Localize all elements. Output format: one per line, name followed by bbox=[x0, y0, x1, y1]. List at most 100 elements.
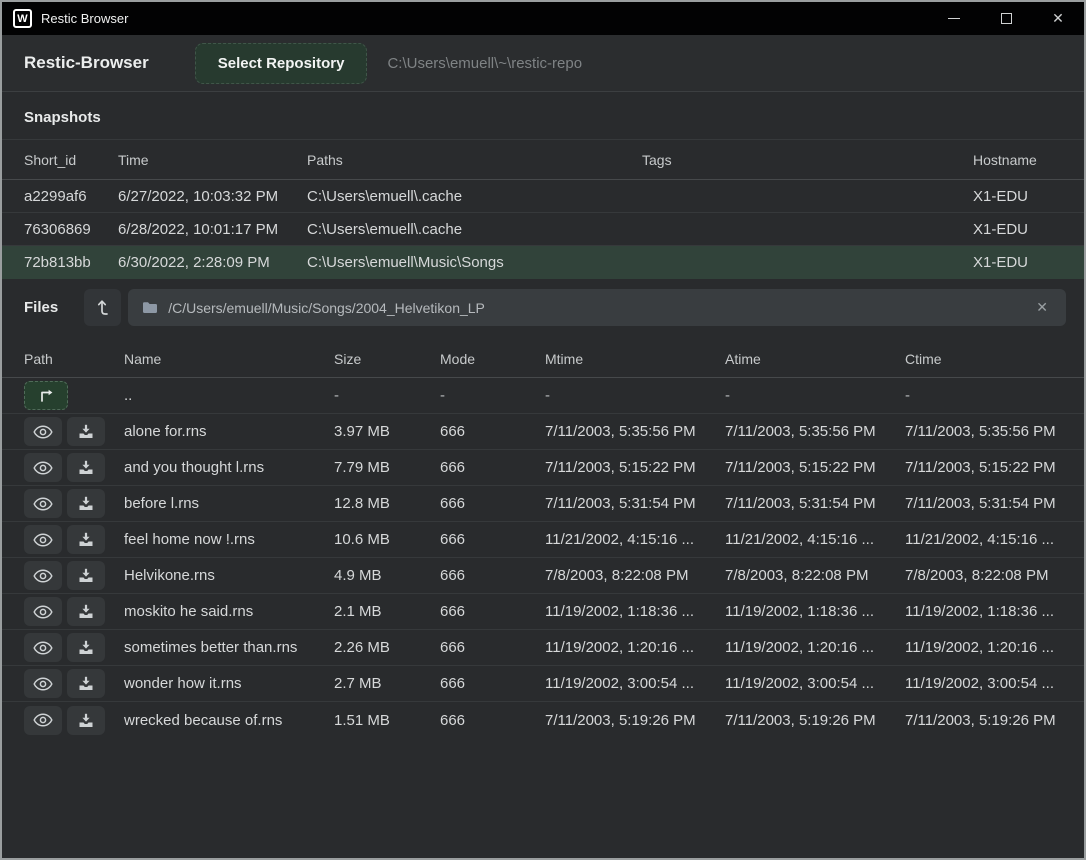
files-table-header: Path Name Size Mode Mtime Atime Ctime bbox=[2, 340, 1084, 378]
preview-file-button[interactable] bbox=[24, 525, 62, 554]
snapshot-row[interactable]: 76306869 6/28/2022, 10:01:17 PM C:\Users… bbox=[2, 213, 1084, 246]
breadcrumb-path: /C/Users/emuell/Music/Songs/2004_Helveti… bbox=[168, 300, 1032, 316]
preview-file-button[interactable] bbox=[24, 453, 62, 482]
download-icon bbox=[78, 604, 94, 619]
file-size: 12.8 MB bbox=[334, 495, 440, 512]
files-path-breadcrumb: /C/Users/emuell/Music/Songs/2004_Helveti… bbox=[128, 289, 1066, 326]
file-size: 2.1 MB bbox=[334, 603, 440, 620]
file-mtime: 11/19/2002, 1:20:16 ... bbox=[545, 639, 725, 656]
file-actions bbox=[24, 633, 124, 662]
download-file-button[interactable] bbox=[67, 597, 105, 626]
files-bar: Files /C/Users/emuell/Music/Songs/2004_H… bbox=[2, 279, 1084, 334]
download-file-button[interactable] bbox=[67, 706, 105, 735]
download-file-button[interactable] bbox=[67, 561, 105, 590]
breadcrumb-clear-button[interactable]: ✕ bbox=[1032, 297, 1052, 318]
preview-file-button[interactable] bbox=[24, 706, 62, 735]
file-name: wonder how it.rns bbox=[124, 675, 334, 692]
preview-file-button[interactable] bbox=[24, 633, 62, 662]
download-icon bbox=[78, 424, 94, 439]
file-row: and you thought l.rns 7.79 MB 666 7/11/2… bbox=[2, 450, 1084, 486]
file-atime: 11/19/2002, 3:00:54 ... bbox=[725, 675, 905, 692]
file-name: Helvikone.rns bbox=[124, 567, 334, 584]
file-ctime: 7/11/2003, 5:35:56 PM bbox=[905, 423, 1068, 440]
snapshot-hostname: X1-EDU bbox=[973, 254, 1068, 271]
file-row: alone for.rns 3.97 MB 666 7/11/2003, 5:3… bbox=[2, 414, 1084, 450]
download-icon bbox=[78, 713, 94, 728]
file-atime: 11/19/2002, 1:18:36 ... bbox=[725, 603, 905, 620]
snapshots-col-time: Time bbox=[118, 152, 307, 168]
file-mode: 666 bbox=[440, 675, 545, 692]
wails-logo-icon: W bbox=[13, 9, 32, 28]
file-name: and you thought l.rns bbox=[124, 459, 334, 476]
repository-path: C:\Users\emuell\~\restic-repo bbox=[387, 55, 582, 72]
download-icon bbox=[78, 460, 94, 475]
maximize-button[interactable] bbox=[980, 2, 1032, 35]
file-atime: 7/11/2003, 5:31:54 PM bbox=[725, 495, 905, 512]
eye-icon bbox=[33, 425, 53, 439]
eye-icon bbox=[33, 569, 53, 583]
up-arrow-hook-icon bbox=[95, 298, 111, 317]
snapshot-paths: C:\Users\emuell\.cache bbox=[307, 221, 642, 238]
snapshot-row[interactable]: a2299af6 6/27/2022, 10:03:32 PM C:\Users… bbox=[2, 180, 1084, 213]
file-size: 1.51 MB bbox=[334, 712, 440, 729]
select-repository-button[interactable]: Select Repository bbox=[195, 43, 368, 84]
download-icon bbox=[78, 496, 94, 511]
close-button[interactable]: ✕ bbox=[1032, 2, 1084, 35]
file-mtime: 7/11/2003, 5:31:54 PM bbox=[545, 495, 725, 512]
file-atime: 7/11/2003, 5:15:22 PM bbox=[725, 459, 905, 476]
file-mtime: 7/11/2003, 5:35:56 PM bbox=[545, 423, 725, 440]
download-file-button[interactable] bbox=[67, 417, 105, 446]
file-actions bbox=[24, 669, 124, 698]
download-icon bbox=[78, 568, 94, 583]
files-col-ctime: Ctime bbox=[905, 351, 1068, 367]
parent-dir-row: .. - - - - - bbox=[2, 378, 1084, 414]
download-file-button[interactable] bbox=[67, 669, 105, 698]
snapshot-hostname: X1-EDU bbox=[973, 188, 1068, 205]
snapshot-hostname: X1-EDU bbox=[973, 221, 1068, 238]
file-actions bbox=[24, 561, 124, 590]
file-mode: 666 bbox=[440, 495, 545, 512]
file-mtime: 7/11/2003, 5:19:26 PM bbox=[545, 712, 725, 729]
eye-icon bbox=[33, 713, 53, 727]
file-mtime: 7/8/2003, 8:22:08 PM bbox=[545, 567, 725, 584]
snapshot-row[interactable]: 72b813bb 6/30/2022, 2:28:09 PM C:\Users\… bbox=[2, 246, 1084, 279]
file-mode: 666 bbox=[440, 459, 545, 476]
file-actions bbox=[24, 489, 124, 518]
clear-icon: ✕ bbox=[1036, 299, 1048, 315]
window-title: Restic Browser bbox=[41, 11, 128, 26]
folder-icon bbox=[142, 301, 158, 314]
download-file-button[interactable] bbox=[67, 525, 105, 554]
minimize-icon bbox=[948, 18, 960, 19]
preview-file-button[interactable] bbox=[24, 669, 62, 698]
titlebar: W Restic Browser ✕ bbox=[2, 2, 1084, 35]
files-col-name: Name bbox=[124, 351, 334, 367]
file-name: wrecked because of.rns bbox=[124, 712, 334, 729]
file-size: 4.9 MB bbox=[334, 567, 440, 584]
snapshots-table-body: a2299af6 6/27/2022, 10:03:32 PM C:\Users… bbox=[2, 180, 1084, 279]
file-name: feel home now !.rns bbox=[124, 531, 334, 548]
eye-icon bbox=[33, 605, 53, 619]
files-table-body: .. - - - - - alone for.rns bbox=[2, 378, 1084, 738]
snapshot-time: 6/30/2022, 2:28:09 PM bbox=[118, 254, 307, 271]
files-section-title: Files bbox=[24, 299, 58, 316]
file-ctime: 7/11/2003, 5:31:54 PM bbox=[905, 495, 1068, 512]
snapshot-paths: C:\Users\emuell\.cache bbox=[307, 188, 642, 205]
file-size: 7.79 MB bbox=[334, 459, 440, 476]
file-ctime: 7/11/2003, 5:15:22 PM bbox=[905, 459, 1068, 476]
dump-snapshot-button[interactable] bbox=[84, 289, 121, 326]
snapshot-time: 6/27/2022, 10:03:32 PM bbox=[118, 188, 307, 205]
preview-file-button[interactable] bbox=[24, 417, 62, 446]
file-atime: 11/21/2002, 4:15:16 ... bbox=[725, 531, 905, 548]
file-atime: 11/19/2002, 1:20:16 ... bbox=[725, 639, 905, 656]
file-name: sometimes better than.rns bbox=[124, 639, 334, 656]
go-up-directory-button[interactable] bbox=[24, 381, 68, 410]
file-atime: - bbox=[725, 387, 905, 404]
preview-file-button[interactable] bbox=[24, 561, 62, 590]
files-col-atime: Atime bbox=[725, 351, 905, 367]
minimize-button[interactable] bbox=[928, 2, 980, 35]
download-file-button[interactable] bbox=[67, 489, 105, 518]
preview-file-button[interactable] bbox=[24, 597, 62, 626]
download-file-button[interactable] bbox=[67, 453, 105, 482]
download-file-button[interactable] bbox=[67, 633, 105, 662]
preview-file-button[interactable] bbox=[24, 489, 62, 518]
